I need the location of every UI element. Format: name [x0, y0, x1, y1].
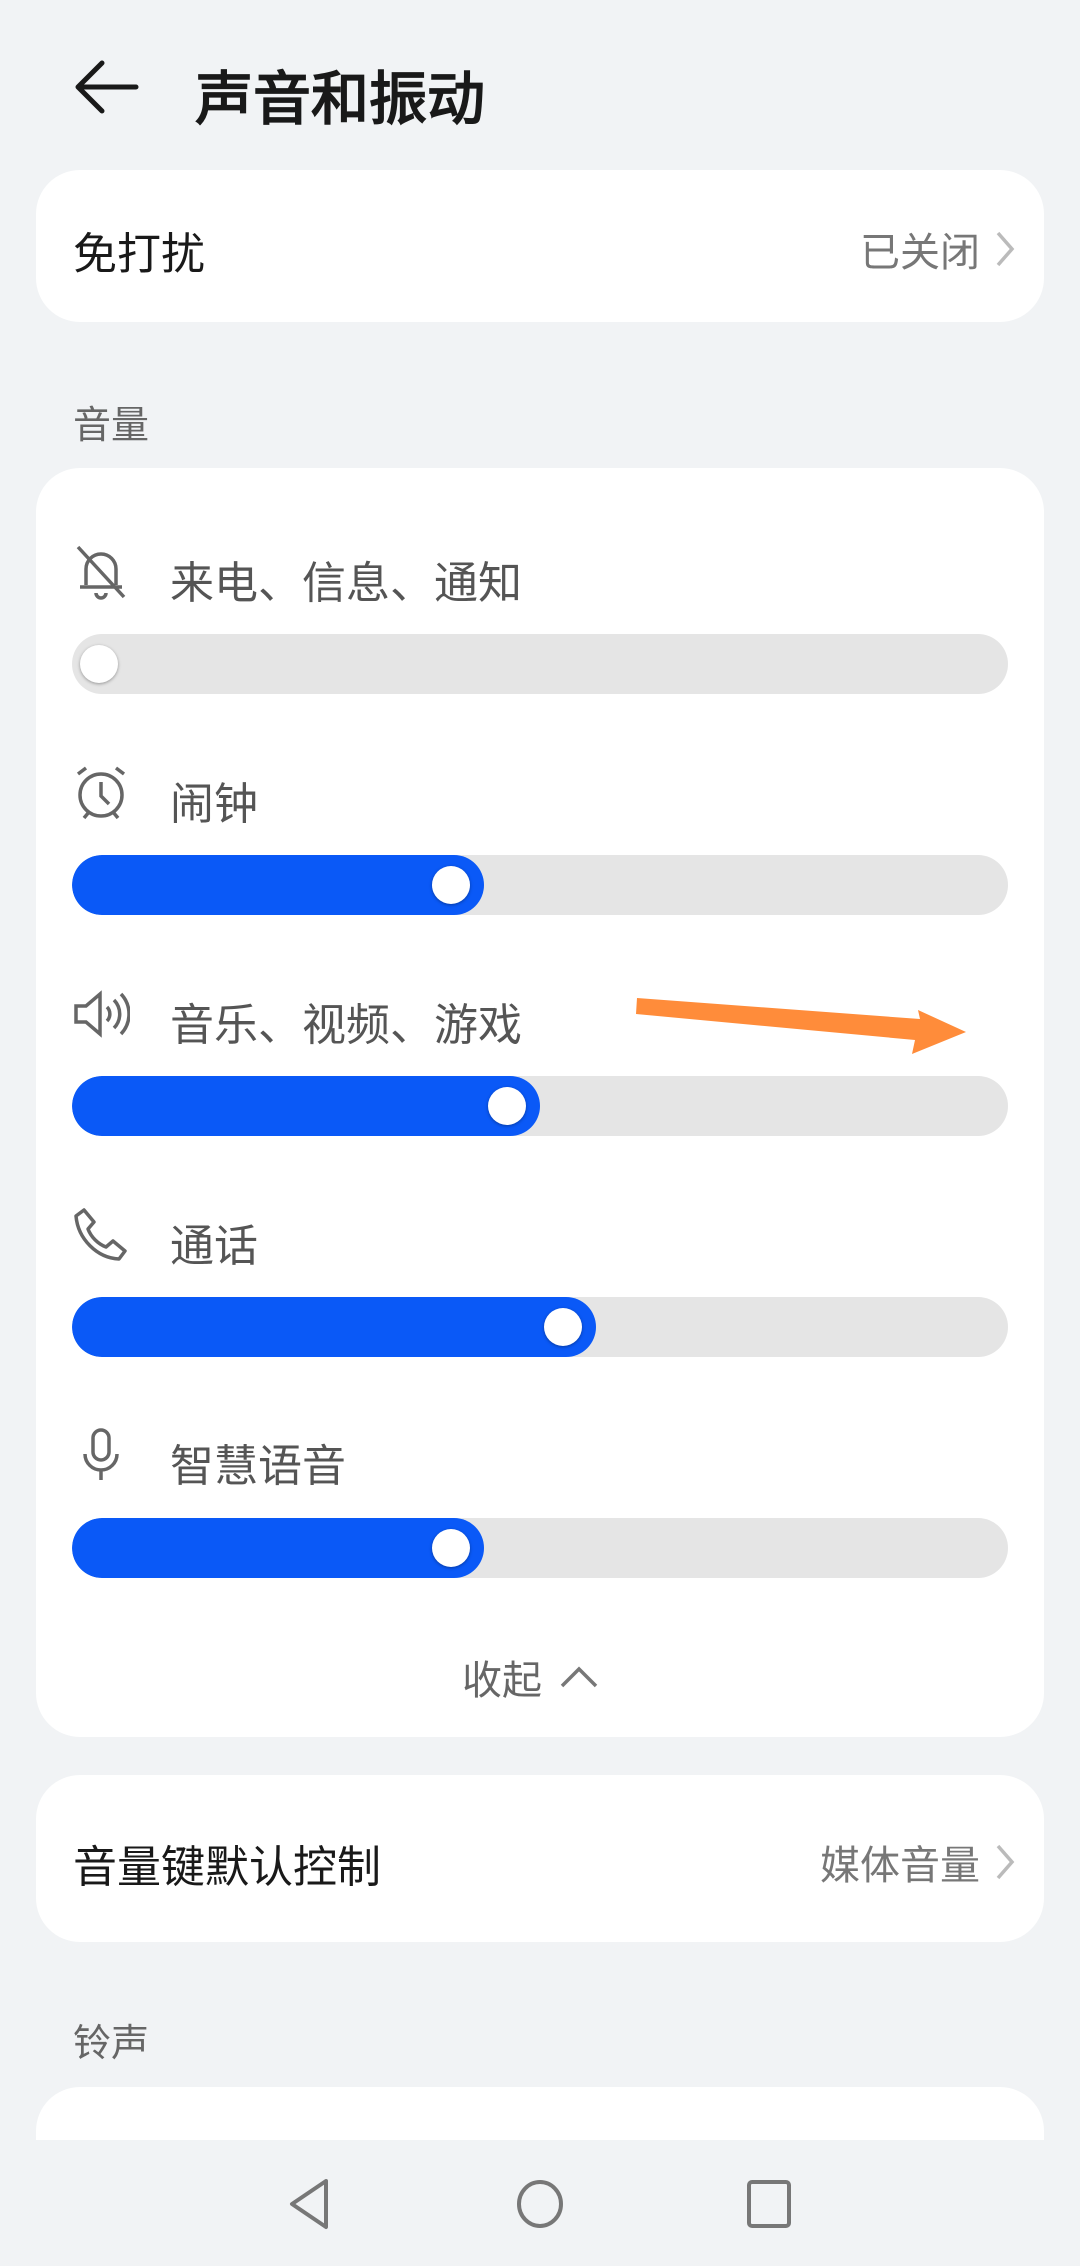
- chevron-right-icon: [996, 1844, 1015, 1880]
- volume-key-label: 音量键默认控制: [73, 1842, 381, 1893]
- nav-recents-icon[interactable]: [745, 2178, 793, 2230]
- navigation-bar: [0, 2140, 1080, 2266]
- volume-key-value: 媒体音量: [820, 1843, 980, 1889]
- nav-back-icon[interactable]: [286, 2178, 334, 2230]
- volume-key-row[interactable]: 音量键默认控制 媒体音量: [36, 1775, 1044, 1942]
- ringtone-section-title: 铃声: [73, 2021, 150, 2065]
- nav-home-icon[interactable]: [515, 2178, 565, 2230]
